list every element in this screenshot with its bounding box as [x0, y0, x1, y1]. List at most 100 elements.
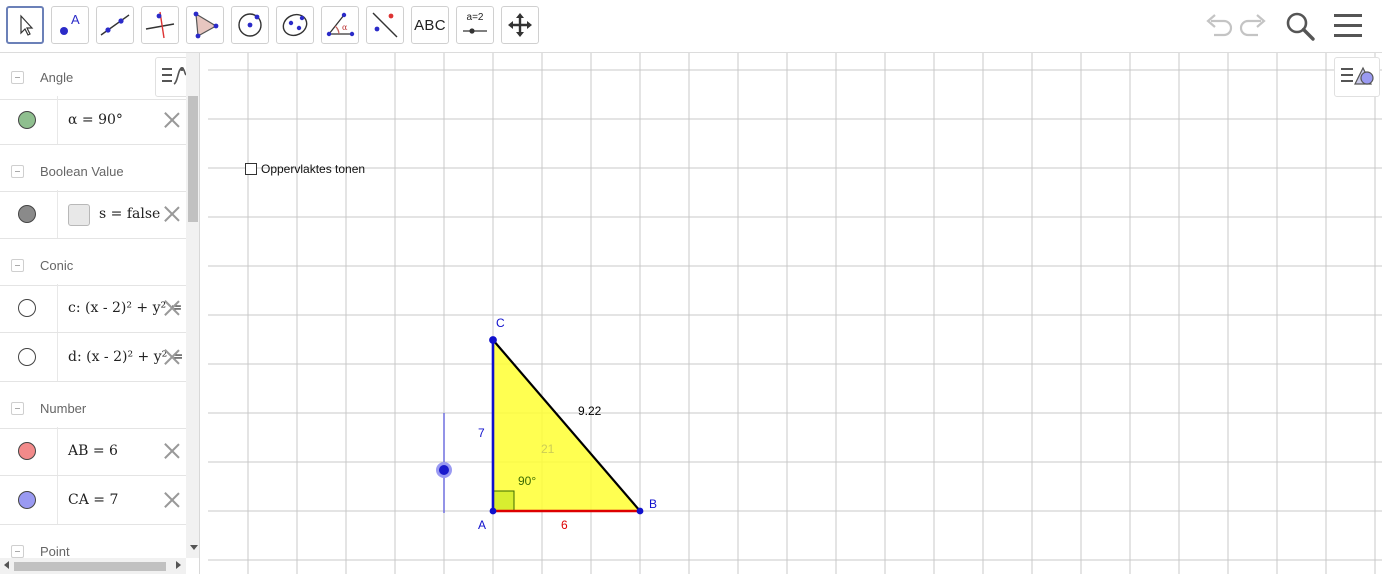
ellipse-icon [282, 13, 308, 37]
svg-text:α: α [342, 23, 348, 32]
row-divider [57, 476, 58, 524]
slider-tool-button[interactable]: a=2 [456, 6, 494, 44]
graphics-view[interactable]: 21 C A B 7 6 9.22 90° Oppervlaktes tonen [208, 53, 1382, 574]
point-tool-button[interactable]: A [51, 6, 89, 44]
scroll-down-arrow-icon[interactable] [190, 545, 198, 550]
scroll-right-arrow-icon[interactable] [176, 561, 181, 569]
ellipse-tool-button[interactable] [276, 6, 314, 44]
perpendicular-line-icon [145, 11, 175, 39]
side-ab-length-label: 6 [561, 518, 568, 532]
algebra-row-d[interactable]: d: (x - 2)² + y² = 49 [0, 333, 186, 382]
angle-icon: α [326, 12, 355, 37]
line-icon [100, 14, 130, 36]
graphics-style-bar-button[interactable] [1334, 57, 1380, 97]
text-tool-label: ABC [414, 16, 446, 34]
row-divider [57, 96, 58, 144]
algebra-row-s[interactable]: s = false [0, 190, 186, 239]
category-label: Boolean Value [40, 164, 124, 179]
polygon-icon [193, 11, 219, 39]
row-divider [57, 284, 58, 332]
checkbox-label: Oppervlaktes tonen [261, 162, 366, 176]
toolbar: A α ABC a=2 [0, 0, 1382, 53]
text-tool-button[interactable]: ABC [411, 6, 449, 44]
delete-icon[interactable] [163, 348, 181, 366]
collapse-icon[interactable] [11, 259, 24, 272]
algebra-row-text[interactable]: α = 90° [68, 112, 123, 128]
algebra-row-text[interactable]: AB = 6 [68, 443, 118, 459]
algebra-row-text[interactable]: s = false [99, 206, 160, 222]
circle-icon [238, 13, 262, 37]
category-label: Angle [40, 70, 74, 85]
move-arrows-icon [508, 13, 532, 37]
scrollbar-thumb[interactable] [188, 96, 198, 222]
visibility-marble[interactable] [18, 491, 36, 509]
graphics-canvas[interactable]: 21 [208, 53, 1382, 574]
point-a[interactable] [489, 507, 497, 515]
algebra-row-alpha[interactable]: α = 90° [0, 96, 186, 145]
menu-icon[interactable] [1332, 10, 1364, 42]
right-angle-marker[interactable] [492, 490, 515, 512]
algebra-row-ab[interactable]: AB = 6 [0, 427, 186, 476]
delete-icon[interactable] [163, 111, 181, 129]
reflect-tool-button[interactable] [366, 6, 404, 44]
visibility-marble[interactable] [18, 111, 36, 129]
point-b[interactable] [636, 507, 644, 515]
boolean-checkbox[interactable] [68, 204, 90, 226]
collapse-icon[interactable] [11, 402, 24, 415]
side-ca-length-label: 7 [478, 426, 485, 440]
algebra-vertical-scrollbar[interactable] [186, 53, 199, 558]
collapse-icon[interactable] [11, 165, 24, 178]
point-a-label: A [478, 518, 487, 532]
grid [208, 53, 1382, 574]
polygon-tool-button[interactable] [186, 6, 224, 44]
scrollbar-thumb[interactable] [14, 562, 166, 571]
checkbox-box[interactable] [245, 163, 257, 175]
algebra-row-text[interactable]: CA = 7 [68, 492, 118, 508]
algebra-view: Angle α = 90° Boolean Value s = false Co… [0, 53, 200, 574]
perpendicular-line-tool-button[interactable] [141, 6, 179, 44]
visibility-marble[interactable] [18, 205, 36, 223]
search-icon[interactable] [1284, 10, 1318, 44]
algebra-row-ca[interactable]: CA = 7 [0, 476, 186, 525]
category-label: Point [40, 544, 70, 559]
delete-icon[interactable] [163, 205, 181, 223]
collapse-icon[interactable] [11, 545, 24, 558]
point-c[interactable] [489, 336, 497, 344]
move-tool-button[interactable] [6, 6, 44, 44]
delete-icon[interactable] [163, 299, 181, 317]
row-divider [57, 333, 58, 381]
row-divider [57, 427, 58, 475]
circle-tool-button[interactable] [231, 6, 269, 44]
visibility-marble[interactable] [18, 442, 36, 460]
category-boolean-value[interactable]: Boolean Value [0, 145, 186, 192]
category-label: Conic [40, 258, 74, 273]
side-bc-length-label: 9.22 [578, 404, 602, 418]
undo-icon[interactable] [1202, 10, 1234, 42]
move-graphics-view-tool-button[interactable] [501, 6, 539, 44]
point-c-label: C [496, 316, 505, 330]
delete-icon[interactable] [163, 442, 181, 460]
graphics-style-icon [1341, 66, 1374, 85]
scroll-left-arrow-icon[interactable] [4, 561, 9, 569]
slider-handle[interactable] [436, 462, 452, 478]
algebra-horizontal-scrollbar[interactable] [0, 558, 186, 574]
collapse-icon[interactable] [11, 71, 24, 84]
category-label: Number [40, 401, 87, 416]
visibility-marble[interactable] [18, 348, 36, 366]
delete-icon[interactable] [163, 491, 181, 509]
show-areas-checkbox[interactable]: Oppervlaktes tonen [245, 162, 365, 176]
category-number[interactable]: Number [0, 382, 186, 429]
cursor-arrow-icon [20, 14, 34, 36]
row-divider [57, 190, 58, 238]
reflect-about-line-icon [372, 12, 398, 38]
slider-tool-label: a=2 [466, 12, 484, 23]
visibility-marble[interactable] [18, 299, 36, 317]
algebra-row-c[interactable]: c: (x - 2)² + y² = 36 [0, 284, 186, 333]
category-conic[interactable]: Conic [0, 239, 186, 286]
point-b-label: B [649, 497, 658, 511]
svg-text:A: A [71, 12, 80, 27]
redo-icon[interactable] [1238, 10, 1270, 42]
line-tool-button[interactable] [96, 6, 134, 44]
angle-tool-button[interactable]: α [321, 6, 359, 44]
point-icon: A [60, 12, 80, 35]
